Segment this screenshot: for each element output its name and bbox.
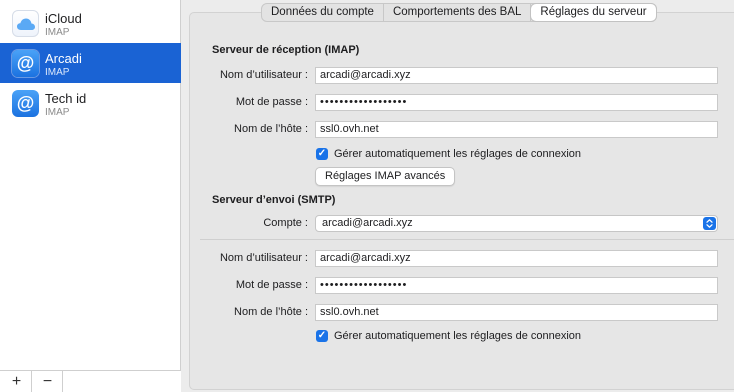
checkmark-icon: ✓ bbox=[316, 330, 328, 342]
account-name: Arcadi bbox=[45, 51, 82, 66]
imap-password-label: Mot de passe : bbox=[235, 96, 308, 108]
accounts-sidebar: iCloud IMAP @ Arcadi IMAP @ Tech id IMAP… bbox=[0, 0, 181, 392]
tab-bar: Données du compte Comportements des BAL … bbox=[261, 3, 657, 22]
smtp-auto-manage-label: Gérer automatiquement les réglages de co… bbox=[334, 330, 582, 342]
smtp-account-select[interactable]: arcadi@arcadi.xyz bbox=[315, 215, 718, 232]
smtp-password-field[interactable]: •••••••••••••••••• bbox=[315, 277, 718, 294]
imap-password-field[interactable]: •••••••••••••••••• bbox=[315, 94, 718, 111]
imap-username-label: Nom d’utilisateur : bbox=[219, 69, 308, 81]
remove-account-button[interactable]: − bbox=[33, 371, 63, 392]
imap-username-field[interactable]: arcadi@arcadi.xyz bbox=[315, 67, 718, 84]
tab-server-settings[interactable]: Réglages du serveur bbox=[531, 4, 656, 21]
smtp-section-title: Serveur d’envoi (SMTP) bbox=[212, 194, 336, 206]
tab-mailbox-behaviors[interactable]: Comportements des BAL bbox=[384, 4, 532, 21]
smtp-account-value: arcadi@arcadi.xyz bbox=[322, 217, 413, 229]
account-type: IMAP bbox=[45, 27, 70, 38]
smtp-account-label: Compte : bbox=[263, 217, 308, 229]
icloud-icon bbox=[12, 10, 39, 37]
smtp-host-field[interactable]: ssl0.ovh.net bbox=[315, 304, 718, 321]
imap-auto-manage-checkbox[interactable]: ✓ Gérer automatiquement les réglages de … bbox=[316, 148, 581, 160]
account-name: iCloud bbox=[45, 11, 82, 26]
imap-host-field[interactable]: ssl0.ovh.net bbox=[315, 121, 718, 138]
add-account-button[interactable]: + bbox=[2, 371, 32, 392]
imap-host-label: Nom de l’hôte : bbox=[234, 123, 308, 135]
section-divider bbox=[200, 239, 734, 240]
smtp-auto-manage-checkbox[interactable]: ✓ Gérer automatiquement les réglages de … bbox=[316, 330, 581, 342]
chevron-up-down-icon bbox=[703, 217, 716, 230]
account-item-icloud[interactable]: iCloud IMAP bbox=[0, 3, 181, 43]
imap-section-title: Serveur de réception (IMAP) bbox=[212, 44, 360, 56]
imap-auto-manage-label: Gérer automatiquement les réglages de co… bbox=[334, 148, 582, 160]
checkmark-icon: ✓ bbox=[316, 148, 328, 160]
sidebar-toolbar: + − bbox=[0, 370, 181, 392]
smtp-password-label: Mot de passe : bbox=[235, 279, 308, 291]
imap-advanced-button[interactable]: Réglages IMAP avancés bbox=[315, 167, 456, 186]
smtp-username-field[interactable]: arcadi@arcadi.xyz bbox=[315, 250, 718, 267]
tab-account-info[interactable]: Données du compte bbox=[262, 4, 384, 21]
smtp-host-label: Nom de l’hôte : bbox=[234, 306, 308, 318]
account-type: IMAP bbox=[45, 107, 70, 118]
smtp-username-label: Nom d’utilisateur : bbox=[219, 252, 308, 264]
